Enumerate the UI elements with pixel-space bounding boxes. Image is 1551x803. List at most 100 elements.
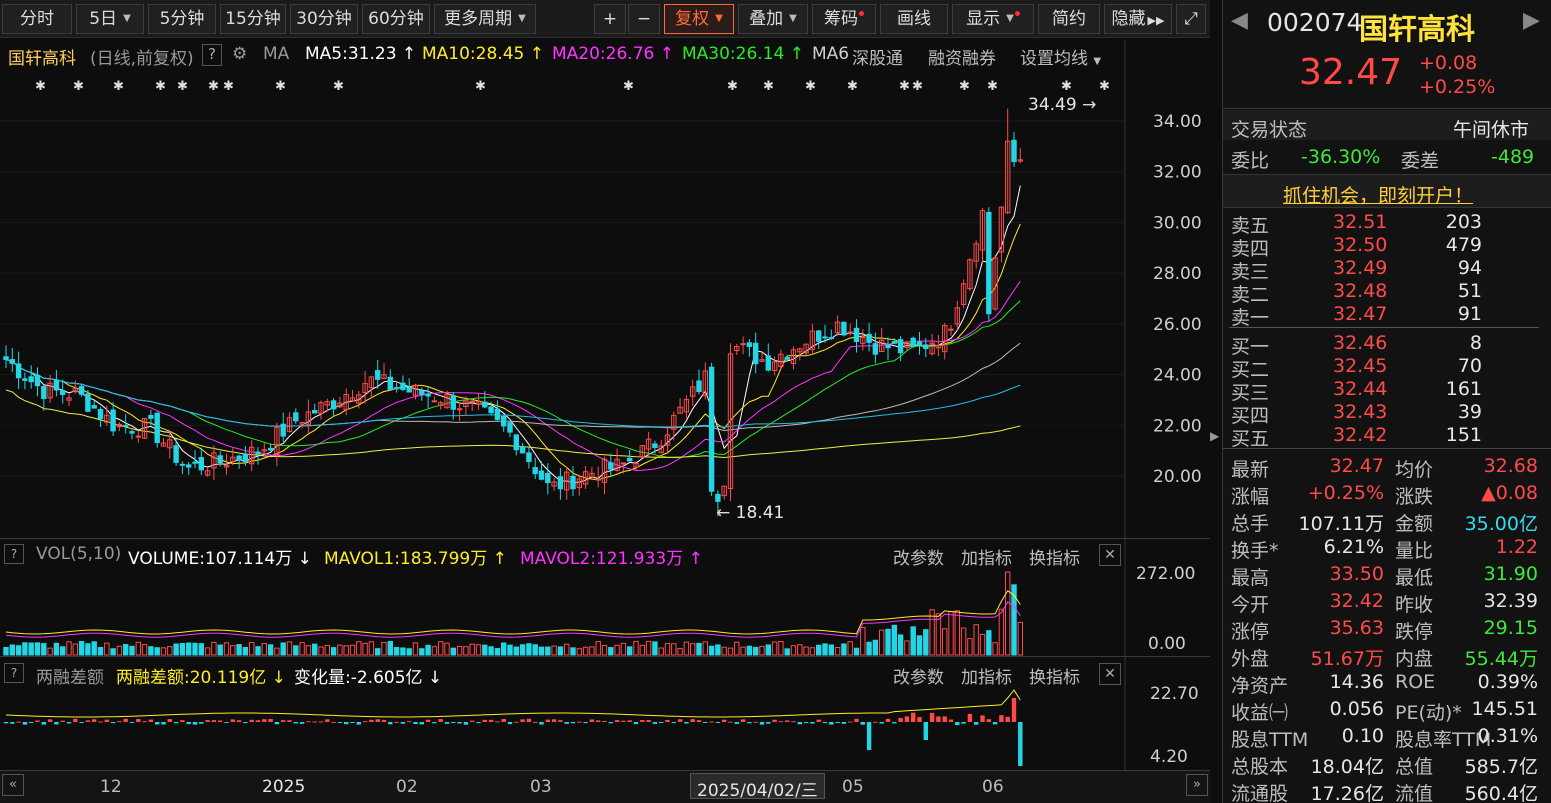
margin-bar [709, 721, 714, 723]
mavol-line [5, 590, 1021, 635]
switch-indicator-button[interactable]: 换指标 [1029, 663, 1080, 688]
edit-params-button[interactable]: 改参数 [893, 663, 944, 688]
ask-row[interactable]: 卖四 32.50 479 [1223, 234, 1551, 260]
stat-value: 14.36 [1329, 671, 1384, 693]
margin-bar [659, 722, 664, 723]
candle-body [192, 461, 198, 464]
volume-bar [141, 644, 148, 656]
candle-body [22, 378, 28, 381]
scroll-right-icon[interactable]: » [1186, 774, 1208, 796]
volume-bar [53, 642, 60, 656]
candle-body [60, 390, 66, 395]
event-marker-icon: ✱ [35, 79, 46, 94]
switch-indicator-button[interactable]: 换指标 [1029, 544, 1080, 569]
volume-bar [784, 648, 790, 656]
volume-value: VOLUME:107.114万 ↓ [128, 549, 312, 569]
stat-row: 外盘 51.67万 内盘 55.44万 [1223, 644, 1551, 670]
candle-body [34, 374, 41, 387]
time-label: 02 [396, 777, 418, 797]
margin-bar [967, 713, 973, 722]
margin-bar [627, 720, 632, 722]
candle-body [519, 446, 526, 454]
volume-bar [450, 647, 457, 656]
add-indicator-button[interactable]: 加指标 [961, 663, 1012, 688]
collapse-icon[interactable]: ? [4, 663, 24, 683]
margin-bar [438, 719, 443, 722]
book-volume: 70 [1457, 355, 1482, 377]
volume-bar [204, 647, 211, 656]
margin-bar [262, 719, 267, 722]
stat-label: 金额 [1395, 513, 1434, 535]
ask-row[interactable]: 卖一 32.47 91 [1223, 303, 1551, 329]
margin-bar [281, 720, 286, 722]
bid-row[interactable]: 买五 32.42 151 [1223, 424, 1551, 450]
scroll-left-icon[interactable]: « [2, 774, 24, 796]
volume-bar [97, 646, 104, 656]
margin-bar [161, 722, 166, 725]
candle-body [872, 343, 879, 355]
ask-row[interactable]: 卖三 32.49 94 [1223, 257, 1551, 283]
margin-bar [142, 721, 147, 723]
book-level-label: 卖一 [1231, 307, 1270, 329]
margin-bar [533, 721, 538, 723]
next-stock-icon[interactable]: ▶ [1523, 8, 1540, 33]
bid-row[interactable]: 买三 32.44 161 [1223, 378, 1551, 404]
price-change: +0.08 [1419, 52, 1478, 74]
candle-body [715, 493, 721, 502]
bid-row[interactable]: 买二 32.45 70 [1223, 355, 1551, 381]
candle-body [545, 472, 551, 484]
stat-value: 32.39 [1483, 590, 1538, 612]
volume-bar [614, 644, 620, 656]
volume-bar [740, 646, 746, 656]
volume-bar [343, 645, 349, 656]
stat-label: 流通股 [1231, 783, 1289, 803]
volume-bar [110, 648, 116, 656]
margin-bar [545, 719, 550, 722]
volume-axis-top: 272.00 [1136, 564, 1196, 584]
bid-row[interactable]: 买四 32.43 39 [1223, 401, 1551, 427]
stat-label: 内盘 [1395, 648, 1434, 670]
margin-diff-text: 两融差额:20.119亿 [116, 668, 267, 688]
stat-label: 最高 [1231, 567, 1270, 589]
event-marker-icon: ✱ [333, 79, 344, 94]
ask-row[interactable]: 卖五 32.51 203 [1223, 211, 1551, 237]
margin-bar [85, 720, 91, 722]
margin-bar [255, 720, 261, 722]
candle-body [866, 333, 872, 343]
volume-bar [671, 643, 677, 656]
close-icon[interactable]: ✕ [1099, 544, 1121, 566]
margin-bar [73, 718, 78, 722]
volume-bar [362, 642, 368, 656]
candle-body [986, 211, 992, 315]
margin-bar [92, 719, 97, 722]
margin-bar [646, 720, 651, 722]
volume-bar [551, 645, 557, 656]
margin-bar [400, 722, 406, 724]
mavol1-text: MAVOL1:183.799万 [324, 549, 488, 569]
book-volume: 39 [1457, 401, 1482, 423]
margin-bar [671, 722, 676, 724]
volume-bar [280, 642, 286, 656]
add-indicator-button[interactable]: 加指标 [961, 544, 1012, 569]
close-icon[interactable]: ✕ [1099, 663, 1121, 685]
margin-bar [299, 722, 305, 724]
edit-params-button[interactable]: 改参数 [893, 544, 944, 569]
candle-body [885, 344, 891, 349]
open-account-banner[interactable]: 抓住机会，即刻开户！ [1223, 174, 1551, 208]
bid-row[interactable]: 买一 32.46 8 [1223, 332, 1551, 358]
collapse-icon[interactable]: ? [4, 544, 24, 564]
margin-bar [734, 722, 739, 724]
open-account-link[interactable]: 抓住机会，即刻开户！ [1283, 181, 1473, 208]
book-divider [1229, 327, 1539, 328]
panel-toggle-icon[interactable]: ▶ [1210, 425, 1220, 447]
volume-bar [834, 646, 841, 656]
margin-bar [728, 721, 733, 723]
ask-row[interactable]: 卖二 32.48 51 [1223, 280, 1551, 306]
stat-label: 量比 [1395, 540, 1434, 562]
margin-bar [747, 722, 752, 724]
volume-bar [526, 643, 532, 656]
margin-bar [104, 719, 109, 722]
prev-stock-icon[interactable]: ◀ [1231, 8, 1248, 33]
candle-body [9, 359, 16, 364]
margin-bar [608, 722, 613, 724]
